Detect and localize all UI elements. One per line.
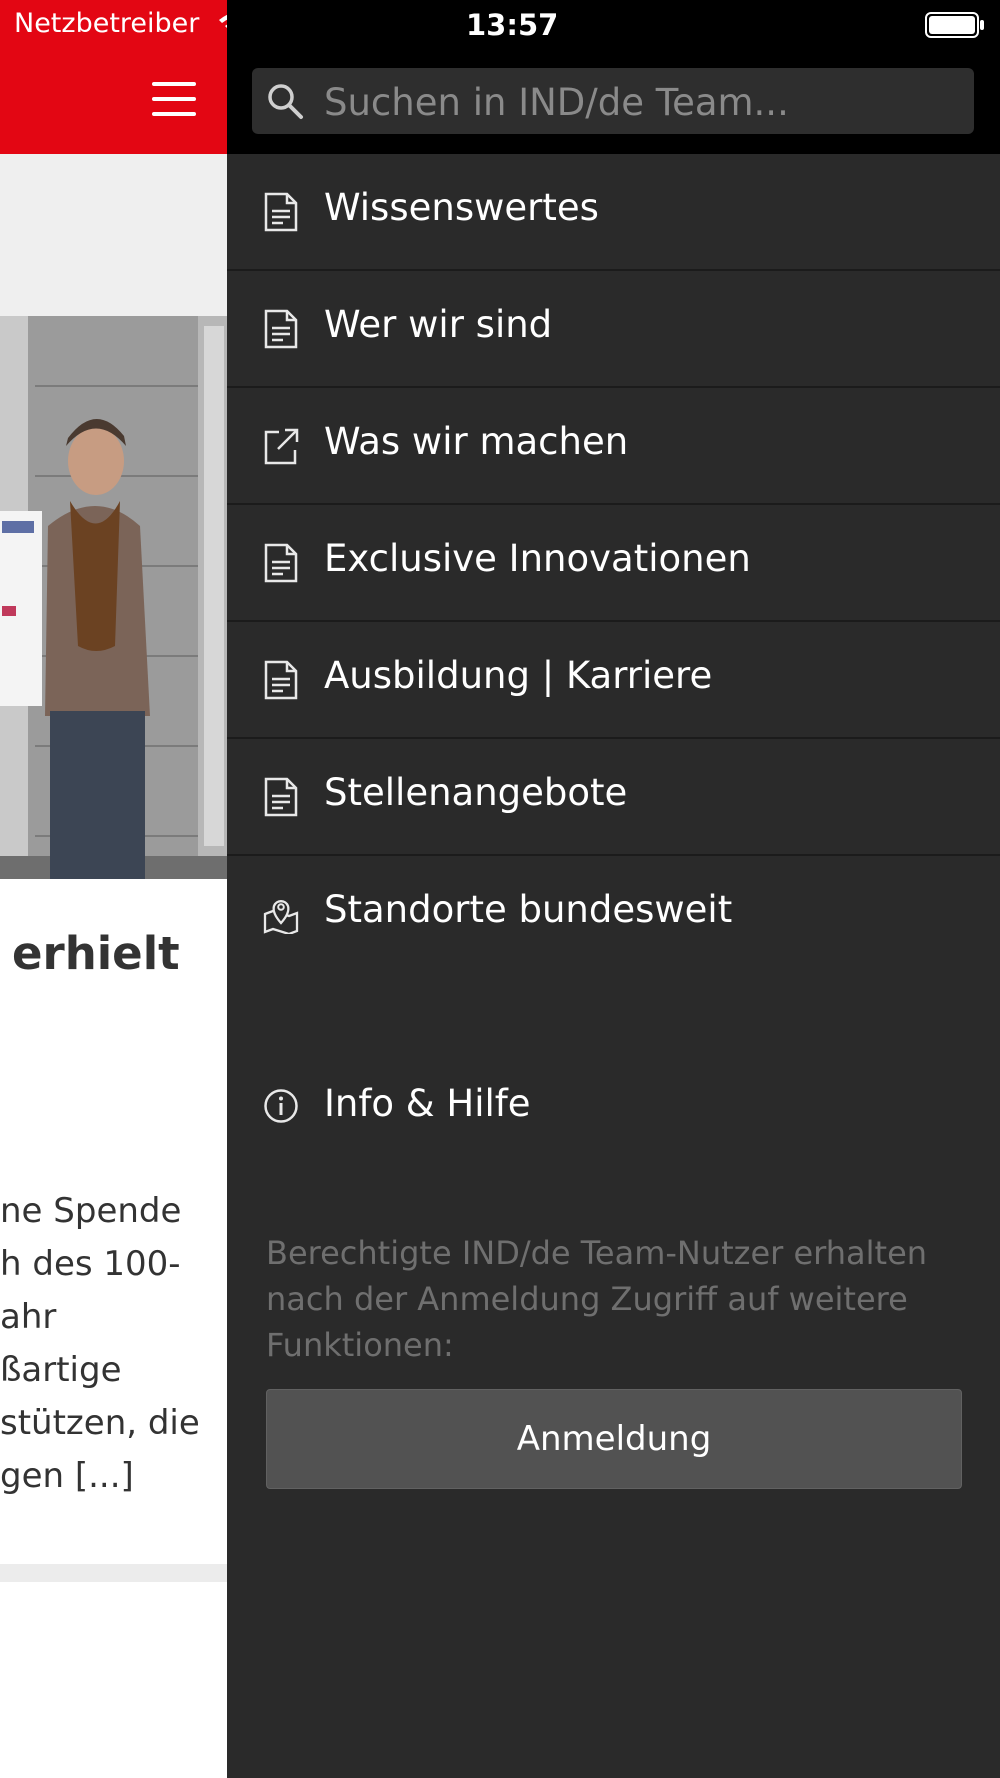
status-bar: 13:57 xyxy=(227,0,1000,50)
excerpt-line: ahr xyxy=(0,1297,57,1337)
menu-list: Wissenswertes Wer wir sind Was wir mache… xyxy=(227,154,1000,971)
document-icon xyxy=(264,543,298,583)
menu-item-stellenangebote[interactable]: Stellenangebote xyxy=(227,739,1000,856)
document-icon xyxy=(264,309,298,349)
info-icon xyxy=(264,1089,298,1123)
menu-item-label: Was wir machen xyxy=(324,420,629,463)
navigation-drawer: Wissenswertes Wer wir sind Was wir mache… xyxy=(227,50,1000,1778)
menu-item-wissenswertes[interactable]: Wissenswertes xyxy=(227,154,1000,271)
excerpt-line: h des 100- xyxy=(0,1244,181,1284)
document-icon xyxy=(264,192,298,232)
search-box[interactable] xyxy=(252,68,974,134)
menu-item-label: Info & Hilfe xyxy=(324,1082,531,1125)
carrier-name: Netzbetreiber xyxy=(14,8,200,39)
menu-item-label: Wer wir sind xyxy=(324,303,553,346)
search-bar xyxy=(227,50,1000,154)
excerpt-line: stützen, die xyxy=(0,1403,200,1443)
excerpt-line: ßartige xyxy=(0,1350,122,1390)
menu-item-info-hilfe[interactable]: Info & Hilfe xyxy=(227,1062,1000,1152)
header-banner xyxy=(0,154,227,316)
map-pin-icon xyxy=(263,900,299,934)
article-heading: erhielt xyxy=(12,927,180,980)
menu-toggle-button[interactable] xyxy=(150,80,200,120)
document-icon xyxy=(264,660,298,700)
search-input[interactable] xyxy=(322,76,966,128)
external-link-icon xyxy=(264,428,299,465)
excerpt-line: gen [...] xyxy=(0,1456,134,1496)
menu-item-ausbildung-karriere[interactable]: Ausbildung | Karriere xyxy=(227,622,1000,739)
search-icon xyxy=(268,84,303,119)
divider xyxy=(0,1564,227,1582)
menu-item-label: Stellenangebote xyxy=(324,771,628,814)
background-page: Netzbetreiber erhielt ne Spende h des 10… xyxy=(0,0,227,1778)
menu-item-was-wir-machen[interactable]: Was wir machen xyxy=(227,388,1000,505)
excerpt-line: ne Spende xyxy=(0,1191,182,1231)
app-header: Netzbetreiber xyxy=(0,0,227,154)
login-button[interactable]: Anmeldung xyxy=(266,1389,962,1489)
article-photo[interactable] xyxy=(0,316,227,879)
menu-item-standorte-bundesweit[interactable]: Standorte bundesweit xyxy=(227,856,1000,971)
menu-item-label: Standorte bundesweit xyxy=(324,888,733,931)
menu-item-label: Exclusive Innovationen xyxy=(324,537,751,580)
status-time: 13:57 xyxy=(466,8,559,42)
menu-item-label: Wissenswertes xyxy=(324,186,599,229)
document-icon xyxy=(264,777,298,817)
menu-item-exclusive-innovationen[interactable]: Exclusive Innovationen xyxy=(227,505,1000,622)
menu-item-label: Ausbildung | Karriere xyxy=(324,654,713,697)
login-note: Berechtigte IND/de Team-Nutzer erhalten … xyxy=(266,1234,928,1364)
menu-item-wer-wir-sind[interactable]: Wer wir sind xyxy=(227,271,1000,388)
battery-icon xyxy=(925,12,984,38)
article-excerpt: ne Spende h des 100- ahr ßartige stützen… xyxy=(0,1185,227,1503)
